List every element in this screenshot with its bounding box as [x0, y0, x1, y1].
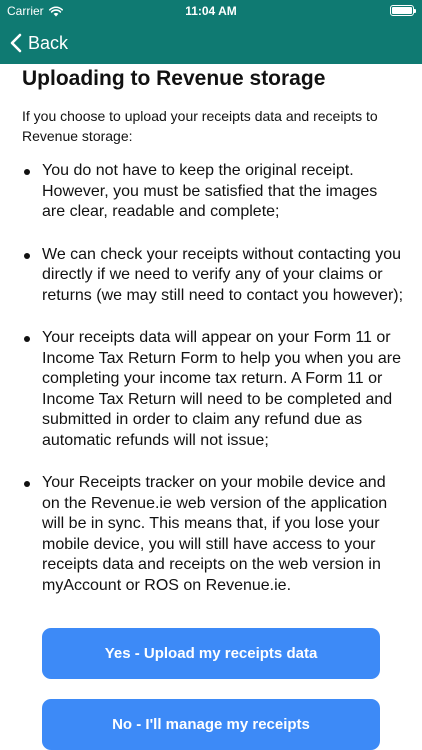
status-time: 11:04 AM [185, 4, 237, 18]
bullet-dot [24, 336, 30, 342]
list-item: Your Receipts tracker on your mobile dev… [24, 473, 404, 596]
list-item: You do not have to keep the original rec… [24, 161, 404, 223]
upload-receipts-button[interactable]: Yes - Upload my receipts data [42, 628, 380, 679]
bullet-text: You do not have to keep the original rec… [42, 162, 378, 220]
page-title: Uploading to Revenue storage [22, 67, 326, 90]
list-item: Your receipts data will appear on your F… [24, 328, 404, 451]
bullet-text: Your receipts data will appear on your F… [42, 329, 401, 449]
battery-nub [414, 9, 416, 13]
bullet-text: We can check your receipts without conta… [42, 245, 404, 304]
bullet-dot [24, 252, 30, 259]
bullet-list: You do not have to keep the original rec… [24, 161, 404, 618]
chevron-left-icon [10, 33, 22, 53]
battery-icon [390, 5, 416, 16]
manage-receipts-button[interactable]: No - I'll manage my receipts [42, 699, 380, 750]
content-area[interactable]: Uploading to Revenue storage If you choo… [0, 64, 422, 750]
back-button[interactable]: Back [10, 28, 68, 58]
bullet-dot [24, 481, 30, 487]
back-label: Back [28, 32, 69, 53]
list-item: We can check your receipts without conta… [24, 245, 404, 307]
bullet-dot [24, 169, 30, 175]
top-bar: Carrier 11:04 AM Back [0, 0, 422, 64]
battery-fill [392, 7, 412, 14]
navigation-bar: Back [0, 22, 422, 64]
bullet-text: Your Receipts tracker on your mobile dev… [42, 474, 388, 594]
status-bar: Carrier 11:04 AM [0, 0, 422, 22]
intro-text: If you choose to upload your receipts da… [22, 108, 378, 144]
